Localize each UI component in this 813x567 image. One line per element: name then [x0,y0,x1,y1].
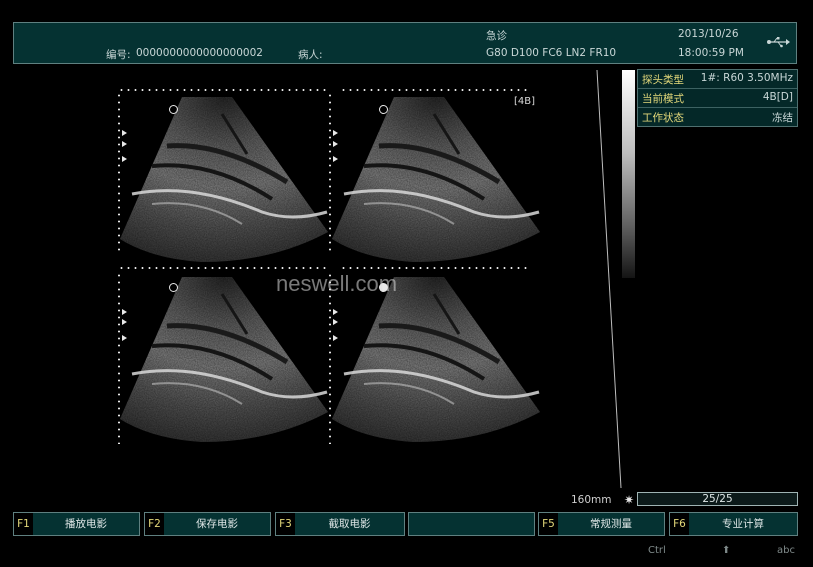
focus-arrow-icon [122,141,127,147]
focus-arrow-icon [122,335,127,341]
focus-arrow-icon [333,130,338,136]
frame-dots-top-left [118,89,326,91]
image-pane-1 [120,97,328,262]
fkey-action: 播放电影 [65,518,107,530]
focus-arrow-icon [333,156,338,162]
focus-arrow-icon [333,141,338,147]
work-status-row: 工作状态 冻结 [638,108,797,126]
scan-params: G80 D100 FC6 LN2 FR10 [486,47,617,59]
usb-icon [767,37,790,48]
fkey-label: F3 [276,513,295,535]
fkey-action: 截取电影 [328,518,371,530]
depth-label: 160mm [571,494,612,506]
frame-dots-left-1 [118,92,120,252]
f6-pro-calc-button[interactable]: F6 专业计算 [669,512,798,536]
f1-play-cine-button[interactable]: F1 播放电影 [13,512,140,536]
frame-dots-left-2 [329,92,331,252]
image-pane-2 [332,97,540,262]
grayscale-bar [622,70,635,278]
freeze-snowflake-icon: ✷ [624,493,635,507]
current-mode-value: 4B[D] [762,91,793,103]
current-mode-label: 当前模式 [642,93,684,105]
focus-arrow-icon [122,156,127,162]
image-pane-4 [332,277,540,442]
fkey-label: F5 [539,513,558,535]
fkey-action: 常规测量 [590,518,632,530]
f2-save-cine-button[interactable]: F2 保存电影 [144,512,271,536]
patient-label: 病人: [298,49,323,61]
time-text: 18:00:59 PM [678,47,744,59]
focus-arrow-icon [333,335,338,341]
fkey-label: F2 [145,513,164,535]
ctrl-indicator: Ctrl [648,545,666,556]
frame-select-circle-icon[interactable] [379,105,388,114]
abc-indicator: abc [777,545,795,556]
work-status-label: 工作状态 [642,112,684,124]
work-status-value: 冻结 [772,112,793,124]
frame-dots-mid-right [340,267,530,269]
id-value: 0000000000000000002 [136,47,263,59]
id-label: 编号: [106,49,131,61]
f3-capture-cine-button[interactable]: F3 截取电影 [275,512,405,536]
probe-type-row: 探头类型 1#: R60 3.50MHz [638,70,797,89]
focus-arrow-icon [122,130,127,136]
probe-info-panel: 探头类型 1#: R60 3.50MHz 当前模式 4B[D] 工作状态 冻结 [637,69,798,127]
probe-type-label: 探头类型 [642,74,684,86]
current-mode-row: 当前模式 4B[D] [638,89,797,108]
frame-dots-left-3 [118,272,120,444]
frame-select-circle-icon[interactable] [169,283,178,292]
fkey-action: 保存电影 [196,518,238,530]
mode-tag: [4B] [514,96,536,107]
frame-select-circle-icon[interactable] [169,105,178,114]
frame-dots-left-4 [329,272,331,444]
fkey-label: F6 [670,513,689,535]
fkey-label: F1 [14,513,33,535]
frame-dots-mid-left [118,267,326,269]
focus-arrow-icon [333,319,338,325]
watermark: neswell.com [276,271,398,296]
focus-arrow-icon [122,319,127,325]
patient-info-header: 编号: 0000000000000000002 病人: 急诊 G80 D100 … [13,22,797,64]
focus-arrow-icon [122,309,127,315]
image-pane-3 [120,277,328,442]
fkey-action [409,513,534,535]
f5-general-measure-button[interactable]: F5 常规测量 [538,512,665,536]
frame-dots-top-right [340,89,530,91]
probe-type-value: 1#: R60 3.50MHz [700,72,793,84]
cine-frame-counter[interactable]: 25/25 [637,492,798,506]
shift-indicator-icon: ⬆ [722,545,731,556]
focus-arrow-icon [333,309,338,315]
emergency-label: 急诊 [486,30,507,42]
fkey-action: 专业计算 [722,518,764,530]
f4-empty-button[interactable] [408,512,535,536]
date-text: 2013/10/26 [678,28,739,40]
